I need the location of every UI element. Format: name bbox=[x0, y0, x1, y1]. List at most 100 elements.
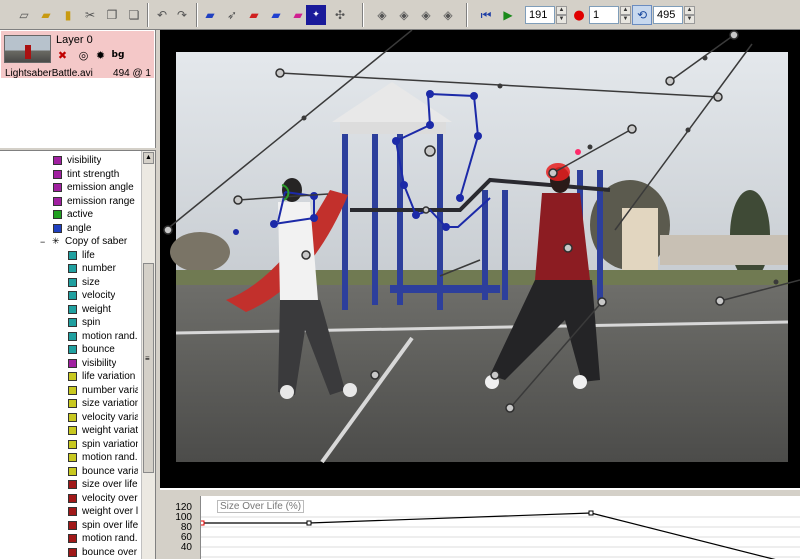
pointer-icon[interactable]: ➶ bbox=[222, 5, 242, 25]
tree-item[interactable]: size bbox=[68, 276, 100, 290]
layer-blue2-icon[interactable]: ▰ bbox=[266, 5, 286, 25]
tree-item[interactable]: life variation bbox=[68, 370, 135, 384]
tree-item[interactable]: visibility bbox=[53, 154, 101, 168]
tree-item[interactable]: visibility bbox=[68, 357, 116, 371]
bg-icon[interactable]: bg bbox=[110, 49, 126, 62]
tree-item[interactable]: number bbox=[68, 262, 116, 276]
tree-item-label: motion rand. o bbox=[82, 533, 138, 545]
layer-red-icon[interactable]: ▰ bbox=[244, 5, 264, 25]
tree-item[interactable]: size over life bbox=[68, 478, 138, 492]
scroll-thumb[interactable]: ≡ bbox=[143, 263, 154, 473]
layer-row[interactable]: Layer 0 ✖ ◎ ✹ bg LightsaberBattle.avi 49… bbox=[1, 31, 154, 79]
save-icon[interactable]: ▮ bbox=[58, 5, 78, 25]
layer-blue-icon[interactable]: ▰ bbox=[200, 5, 220, 25]
track-color-icon bbox=[68, 318, 77, 328]
tree-item[interactable]: emission angle bbox=[53, 181, 134, 195]
tree-item[interactable]: motion rand. v bbox=[68, 451, 138, 465]
tree-item[interactable]: motion rand. bbox=[68, 330, 138, 344]
tree-item-label: spin variation bbox=[82, 438, 138, 450]
remove-layer-icon[interactable]: ✖ bbox=[56, 49, 69, 62]
record-icon[interactable]: ● bbox=[569, 5, 589, 25]
tree-item[interactable]: motion rand. o bbox=[68, 532, 138, 546]
starfield-icon[interactable]: ✦ bbox=[306, 5, 326, 25]
app-window: ▱ ▰ ▮ ✂ ❐ ❏ ↶ ↷ ▰ ➶ ▰ ▰ ▰ ✦ ✣ ◈ ◈ ◈ ◈ ⏮ … bbox=[0, 0, 800, 559]
keyframe-next-icon[interactable]: ◈ bbox=[438, 5, 458, 25]
tree-item-label: visibility bbox=[67, 155, 102, 167]
loop-icon[interactable]: ⟲ bbox=[632, 5, 652, 25]
copy-icon[interactable]: ❐ bbox=[102, 5, 122, 25]
scroll-up-icon[interactable]: ▲ bbox=[143, 152, 154, 164]
tree-item-label: emission angle bbox=[67, 182, 134, 194]
open-icon[interactable]: ▰ bbox=[36, 5, 56, 25]
layer-panel: Layer 0 ✖ ◎ ✹ bg LightsaberBattle.avi 49… bbox=[0, 30, 156, 148]
video-viewer[interactable] bbox=[160, 30, 800, 488]
track-color-icon bbox=[68, 250, 77, 260]
tree-item[interactable]: tint strength bbox=[53, 168, 119, 182]
tree-item[interactable]: spin over life bbox=[68, 519, 138, 533]
end-frame-input[interactable] bbox=[653, 6, 683, 24]
track-color-icon bbox=[53, 156, 62, 166]
tree-item-label: weight variatio bbox=[82, 425, 138, 437]
redo-icon[interactable]: ↷ bbox=[172, 5, 192, 25]
tree-item[interactable]: spin variation bbox=[68, 438, 138, 452]
track-color-icon bbox=[68, 291, 77, 301]
tree-item-label: active bbox=[67, 209, 94, 221]
track-color-icon bbox=[68, 372, 77, 382]
cut-icon[interactable]: ✂ bbox=[80, 5, 100, 25]
keyframe-prev-icon[interactable]: ◈ bbox=[372, 5, 392, 25]
tree-item-label: motion rand. v bbox=[82, 452, 138, 464]
tree-item[interactable]: bounce bbox=[68, 343, 115, 357]
tree-item[interactable]: spin bbox=[68, 316, 100, 330]
tree-item-label: velocity over li bbox=[82, 492, 138, 504]
rewind-icon[interactable]: ⏮ bbox=[476, 5, 496, 25]
keyframe-point[interactable] bbox=[588, 510, 594, 516]
toolbar-separator bbox=[362, 3, 364, 27]
keyframe-point[interactable] bbox=[306, 520, 312, 526]
tree-item[interactable]: number variati bbox=[68, 384, 138, 398]
tree-group-copy-of-saber[interactable]: − ✳ Copy of saber bbox=[40, 235, 127, 249]
start-frame-stepper[interactable]: ▲ ▼ bbox=[556, 6, 567, 24]
track-color-icon bbox=[68, 480, 77, 490]
toolbar-separator bbox=[196, 3, 198, 27]
play-icon[interactable]: ▶ bbox=[498, 5, 518, 25]
tree-item[interactable]: bounce variati bbox=[68, 465, 138, 479]
tree-item[interactable]: velocity variat bbox=[68, 411, 138, 425]
tree-item[interactable]: emission range bbox=[53, 195, 135, 209]
collapse-icon[interactable]: − bbox=[40, 237, 49, 247]
layer-filename: LightsaberBattle.avi bbox=[5, 68, 93, 79]
tree-item[interactable]: angle bbox=[53, 222, 91, 236]
undo-icon[interactable]: ↶ bbox=[152, 5, 172, 25]
tree-scrollbar[interactable]: ▲ ≡ bbox=[141, 151, 155, 559]
tree-item-label: spin bbox=[82, 317, 101, 329]
track-color-icon bbox=[68, 426, 77, 436]
particle-icon[interactable]: ✣ bbox=[330, 5, 350, 25]
step-stepper[interactable]: ▲ ▼ bbox=[620, 6, 631, 24]
curve-graph[interactable]: Size Over Life (%) bbox=[200, 496, 800, 559]
tree-item[interactable]: weight variatio bbox=[68, 424, 138, 438]
tree-item-label: velocity bbox=[82, 290, 116, 302]
tree-item[interactable]: weight bbox=[68, 303, 111, 317]
end-frame-stepper[interactable]: ▲ ▼ bbox=[684, 6, 695, 24]
track-color-icon bbox=[68, 277, 77, 287]
tree-item-label: spin over life bbox=[82, 519, 138, 531]
target-icon[interactable]: ◎ bbox=[77, 49, 90, 62]
new-file-icon[interactable]: ▱ bbox=[14, 5, 34, 25]
tree-item[interactable]: active bbox=[53, 208, 93, 222]
keyframe-point[interactable] bbox=[201, 520, 205, 526]
step-input[interactable] bbox=[589, 6, 619, 24]
tree-item[interactable]: size variation bbox=[68, 397, 138, 411]
layer-pink-icon[interactable]: ▰ bbox=[288, 5, 308, 25]
tree-item[interactable]: velocity bbox=[68, 289, 115, 303]
tree-item[interactable]: weight over lif bbox=[68, 505, 138, 519]
track-color-icon bbox=[68, 331, 77, 341]
keyframe-remove-icon[interactable]: ◈ bbox=[416, 5, 436, 25]
tree-item[interactable]: velocity over li bbox=[68, 492, 138, 506]
paste-icon[interactable]: ❏ bbox=[124, 5, 144, 25]
tree-item-label: life bbox=[82, 249, 95, 261]
start-frame-input[interactable] bbox=[525, 6, 555, 24]
tree-item[interactable]: bounce over li bbox=[68, 546, 138, 559]
keyframe-add-icon[interactable]: ◈ bbox=[394, 5, 414, 25]
track-color-icon bbox=[53, 210, 62, 220]
sun-icon[interactable]: ✹ bbox=[94, 49, 107, 62]
tree-item[interactable]: life bbox=[68, 249, 95, 263]
